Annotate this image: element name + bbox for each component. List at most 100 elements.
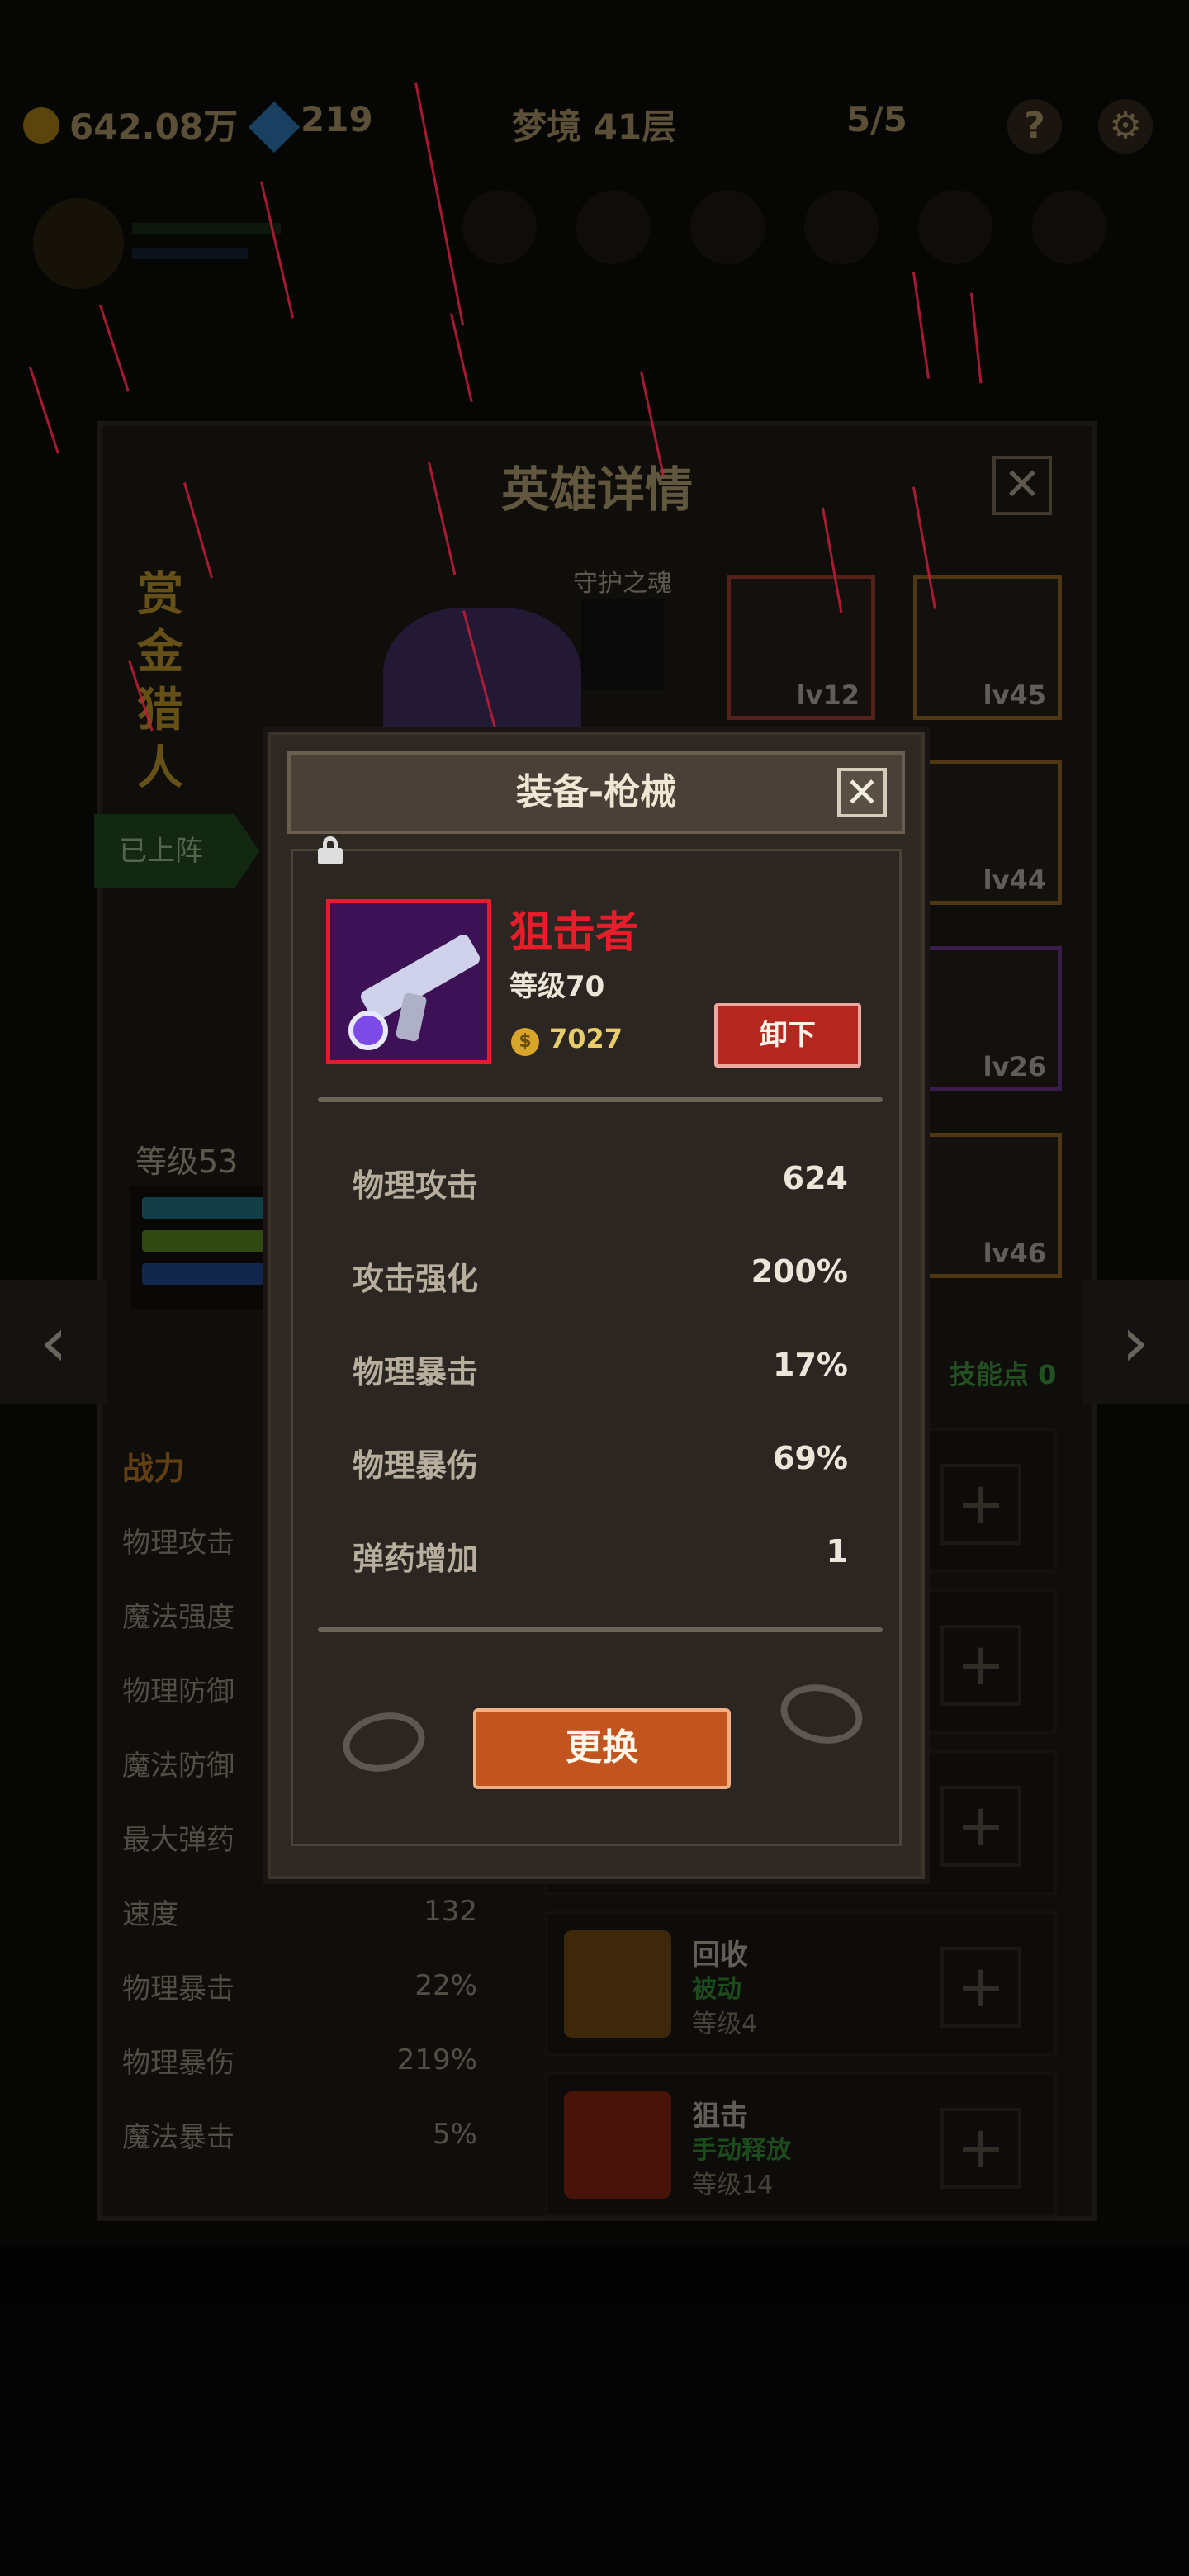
skill-item[interactable]: 狙击 手动释放 等级14 + bbox=[545, 2072, 1057, 2217]
item-stat-value: 200% bbox=[751, 1253, 848, 1290]
dialog-header: 装备-枪械 ✕ bbox=[287, 751, 905, 834]
equip-slot-shield[interactable]: lv46 bbox=[913, 1133, 1062, 1278]
stat-label: 物理暴伤 bbox=[122, 2046, 234, 2080]
stat-label: 战力 bbox=[122, 1450, 186, 1487]
upgrade-skill-button[interactable]: + bbox=[940, 1625, 1021, 1706]
skill-slot-icon[interactable] bbox=[804, 190, 879, 264]
equip-slot-level: lv26 bbox=[983, 1051, 1046, 1082]
gem-icon bbox=[248, 101, 301, 154]
item-stat-value: 17% bbox=[773, 1347, 848, 1383]
guard-soul-label: 守护之魂 bbox=[573, 569, 672, 598]
equip-slot-ring[interactable]: lv26 bbox=[913, 946, 1062, 1091]
skill-points: 技能点 0 bbox=[950, 1359, 1057, 1390]
exp-bar bbox=[142, 1230, 282, 1252]
item-stat-label: 弹药增加 bbox=[353, 1541, 479, 1577]
item-stat-row: 弹药增加 1 bbox=[353, 1533, 848, 1583]
dungeon-floor: 梦境 41层 bbox=[512, 107, 677, 147]
item-name: 狙击者 bbox=[509, 908, 639, 958]
guard-soul-slot[interactable] bbox=[581, 599, 664, 690]
divider bbox=[318, 1097, 883, 1102]
stat-value: 219% bbox=[396, 2043, 477, 2076]
stat-label: 物理暴击 bbox=[122, 1972, 234, 2005]
skill-type: 被动 bbox=[692, 1975, 741, 2004]
swirl-ornament bbox=[775, 1677, 869, 1751]
upgrade-skill-button[interactable]: + bbox=[940, 1786, 1021, 1867]
skill-slot-icon[interactable] bbox=[690, 190, 765, 264]
equip-slot-level: lv44 bbox=[983, 864, 1046, 896]
skill-slot-icon[interactable] bbox=[918, 190, 992, 264]
stat-label: 魔法强度 bbox=[122, 1600, 234, 1634]
dialog-close-button[interactable]: ✕ bbox=[837, 768, 887, 817]
stat-label: 速度 bbox=[122, 1897, 178, 1931]
rifle-scope bbox=[348, 1011, 388, 1050]
item-stat-row: 物理暴伤 69% bbox=[353, 1440, 848, 1489]
skill-slot-icon[interactable] bbox=[462, 190, 537, 264]
equip-slot-helmet[interactable]: lv12 bbox=[727, 575, 875, 720]
settings-gear-icon[interactable]: ⚙ bbox=[1098, 99, 1153, 154]
lock-icon[interactable] bbox=[318, 836, 346, 864]
change-equipment-button[interactable]: 更换 bbox=[473, 1708, 731, 1789]
dialog-body: 狙击者 等级70 $ 7027 卸下 物理攻击 624 攻击强化 200% 物理… bbox=[291, 836, 902, 1846]
equipment-dialog: 装备-枪械 ✕ 狙击者 等级70 $ 7027 卸下 物理攻击 624 攻击强化… bbox=[263, 727, 930, 1884]
equip-slot-armor[interactable]: lv44 bbox=[913, 760, 1062, 905]
skill-item[interactable]: 回收 被动 等级4 + bbox=[545, 1911, 1057, 2056]
gear-icon bbox=[564, 1930, 671, 2038]
player-avatar[interactable] bbox=[33, 198, 124, 289]
skill-name: 狙击 bbox=[692, 2100, 748, 2133]
item-stat-row: 物理攻击 624 bbox=[353, 1160, 848, 1210]
stat-row: 物理暴伤 219% bbox=[122, 2023, 477, 2097]
stat-label: 魔法暴击 bbox=[122, 2120, 234, 2154]
crosshair-icon bbox=[564, 2091, 671, 2199]
gold-coin-icon bbox=[23, 107, 59, 144]
hero-level: 等级53 bbox=[135, 1144, 239, 1180]
divider bbox=[318, 1627, 883, 1632]
equip-slot-level: lv12 bbox=[796, 680, 860, 711]
hero-name: 赏金猎人 bbox=[137, 568, 183, 795]
swirl-ornament bbox=[337, 1705, 431, 1779]
upgrade-skill-button[interactable]: + bbox=[940, 2108, 1021, 2189]
top-skill-strip bbox=[462, 190, 1172, 281]
keys-count: 5/5 bbox=[846, 99, 907, 140]
stat-row: 速度 132 bbox=[122, 1874, 477, 1949]
stat-label: 最大弹药 bbox=[122, 1823, 234, 1857]
upgrade-skill-button[interactable]: + bbox=[940, 1464, 1021, 1545]
item-stat-value: 624 bbox=[782, 1160, 848, 1196]
item-level: 等级70 bbox=[509, 970, 605, 1003]
prev-hero-button[interactable]: ‹ bbox=[0, 1280, 107, 1404]
dialog-title: 装备-枪械 bbox=[515, 771, 677, 813]
equip-slot-level: lv46 bbox=[983, 1238, 1046, 1269]
gold-coin-icon: $ bbox=[511, 1028, 539, 1056]
item-icon-frame[interactable] bbox=[326, 899, 491, 1064]
item-stat-row: 物理暴击 17% bbox=[353, 1347, 848, 1396]
item-stat-label: 物理暴击 bbox=[353, 1354, 479, 1390]
item-price: 7027 bbox=[549, 1023, 623, 1054]
stat-row: 物理暴击 22% bbox=[122, 1949, 477, 2023]
stat-label: 魔法防御 bbox=[122, 1749, 234, 1783]
stat-value: 22% bbox=[414, 1969, 477, 2002]
hero-panel-close-button[interactable]: ✕ bbox=[992, 456, 1052, 515]
skill-slot-icon[interactable] bbox=[576, 190, 651, 264]
unequip-button[interactable]: 卸下 bbox=[714, 1003, 861, 1068]
top-resource-bar: 642.08万 219 梦境 41层 5/5 ? ⚙ bbox=[0, 83, 1189, 173]
skill-slot-icon[interactable] bbox=[1032, 190, 1106, 264]
stat-value: 132 bbox=[424, 1895, 477, 1928]
item-stat-row: 攻击强化 200% bbox=[353, 1253, 848, 1303]
upgrade-skill-button[interactable]: + bbox=[940, 1947, 1021, 2028]
stat-label: 物理攻击 bbox=[122, 1526, 234, 1560]
item-stat-label: 攻击强化 bbox=[353, 1261, 479, 1297]
item-stat-label: 物理攻击 bbox=[353, 1167, 479, 1204]
next-hero-button[interactable]: › bbox=[1082, 1280, 1189, 1404]
equip-slot-level: lv45 bbox=[983, 680, 1046, 711]
gold-amount: 642.08万 bbox=[69, 107, 239, 147]
stat-label: 物理防御 bbox=[122, 1674, 234, 1708]
hero-panel-title: 英雄详情 bbox=[500, 462, 693, 518]
item-stat-value: 69% bbox=[773, 1440, 848, 1476]
deployed-badge: 已上阵 bbox=[94, 814, 259, 888]
skill-name: 回收 bbox=[692, 1939, 748, 1972]
skill-type: 手动释放 bbox=[692, 2136, 791, 2165]
equip-slot-necklace[interactable]: lv45 bbox=[913, 575, 1062, 720]
player-hp-bar bbox=[132, 223, 281, 234]
stat-value: 5% bbox=[433, 2118, 477, 2151]
help-button[interactable]: ? bbox=[1007, 99, 1062, 154]
skill-level: 等级4 bbox=[692, 2010, 758, 2039]
